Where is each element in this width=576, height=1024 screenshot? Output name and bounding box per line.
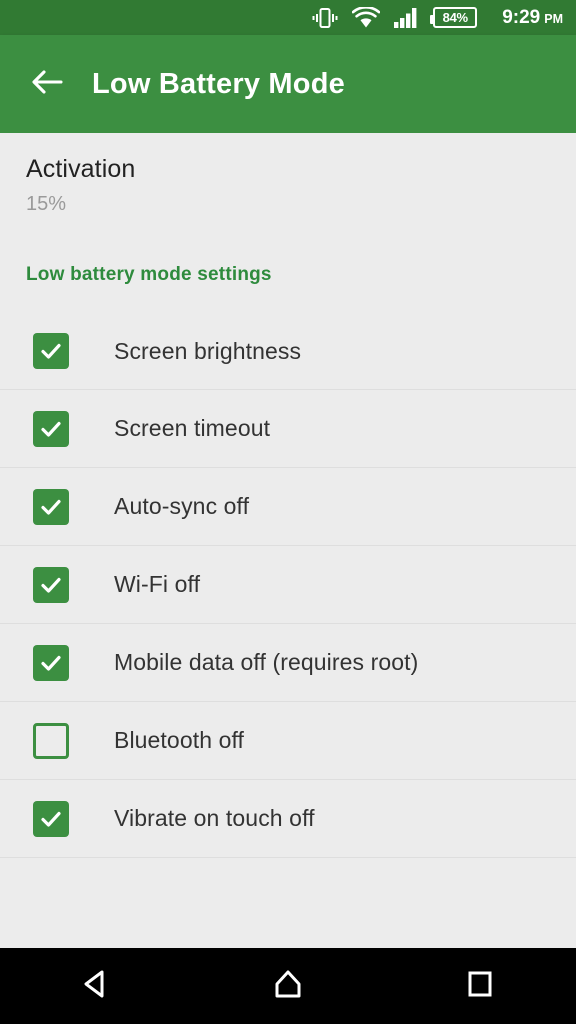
battery-level: 84%: [442, 10, 468, 25]
wifi-icon: [352, 6, 381, 29]
settings-row[interactable]: Auto-sync off: [0, 468, 576, 546]
nav-back-button[interactable]: [0, 948, 192, 1024]
home-nav-icon: [271, 967, 305, 1006]
settings-row-label: Vibrate on touch off: [114, 805, 315, 831]
page-title: Low Battery Mode: [92, 67, 345, 100]
settings-row-label: Screen timeout: [114, 415, 271, 441]
back-arrow-icon: [30, 67, 64, 102]
settings-row[interactable]: Bluetooth off: [0, 702, 576, 780]
settings-list: Screen brightness Screen timeout Auto-sync…: [0, 312, 576, 858]
checkbox-checked-icon[interactable]: [33, 566, 69, 603]
settings-row[interactable]: Screen timeout: [0, 390, 576, 468]
recents-nav-icon: [464, 968, 496, 1005]
settings-row[interactable]: Vibrate on touch off: [0, 780, 576, 858]
battery-icon: 84%: [430, 7, 478, 28]
settings-content: Activation 15% Low battery mode settings…: [0, 133, 576, 948]
settings-row[interactable]: Screen brightness: [0, 312, 576, 390]
back-nav-icon: [79, 967, 113, 1006]
checkbox-unchecked-icon[interactable]: [33, 722, 69, 759]
checkbox-checked-icon[interactable]: [33, 333, 69, 369]
cellular-signal-icon: [394, 7, 419, 29]
settings-row-label: Screen brightness: [114, 337, 302, 364]
settings-row-label: Mobile data off (requires root): [114, 649, 419, 675]
checkbox-checked-icon[interactable]: [33, 488, 69, 525]
checkbox-checked-icon[interactable]: [33, 410, 69, 447]
phone-screen: 84% 9:29 PM Low Battery Mode Activation …: [0, 0, 576, 1024]
section-header-low-battery-mode-settings: Low battery mode settings: [26, 264, 272, 285]
nav-recents-button[interactable]: [384, 948, 576, 1024]
checkbox-checked-icon[interactable]: [33, 644, 69, 681]
clock-ampm: PM: [544, 11, 563, 26]
settings-row[interactable]: Mobile data off (requires root): [0, 624, 576, 702]
back-button[interactable]: [16, 53, 78, 115]
settings-row-label: Wi-Fi off: [114, 571, 201, 597]
vibrate-icon: [312, 7, 338, 29]
status-bar: 84% 9:29 PM: [0, 0, 576, 35]
settings-row[interactable]: Wi-Fi off: [0, 546, 576, 624]
checkbox-checked-icon[interactable]: [33, 800, 69, 837]
activation-title: Activation: [26, 155, 136, 183]
app-bar: Low Battery Mode: [0, 35, 576, 133]
status-bar-icons: 84% 9:29 PM: [312, 6, 563, 29]
settings-row-label: Auto-sync off: [114, 493, 250, 519]
activation-value: 15%: [26, 193, 67, 215]
clock-time: 9:29: [502, 6, 541, 28]
system-navigation-bar: [0, 948, 576, 1024]
status-bar-clock: 9:29 PM: [502, 7, 563, 29]
settings-row-label: Bluetooth off: [114, 727, 245, 753]
nav-home-button[interactable]: [192, 948, 384, 1024]
activation-preference[interactable]: Activation 15%: [0, 133, 576, 216]
